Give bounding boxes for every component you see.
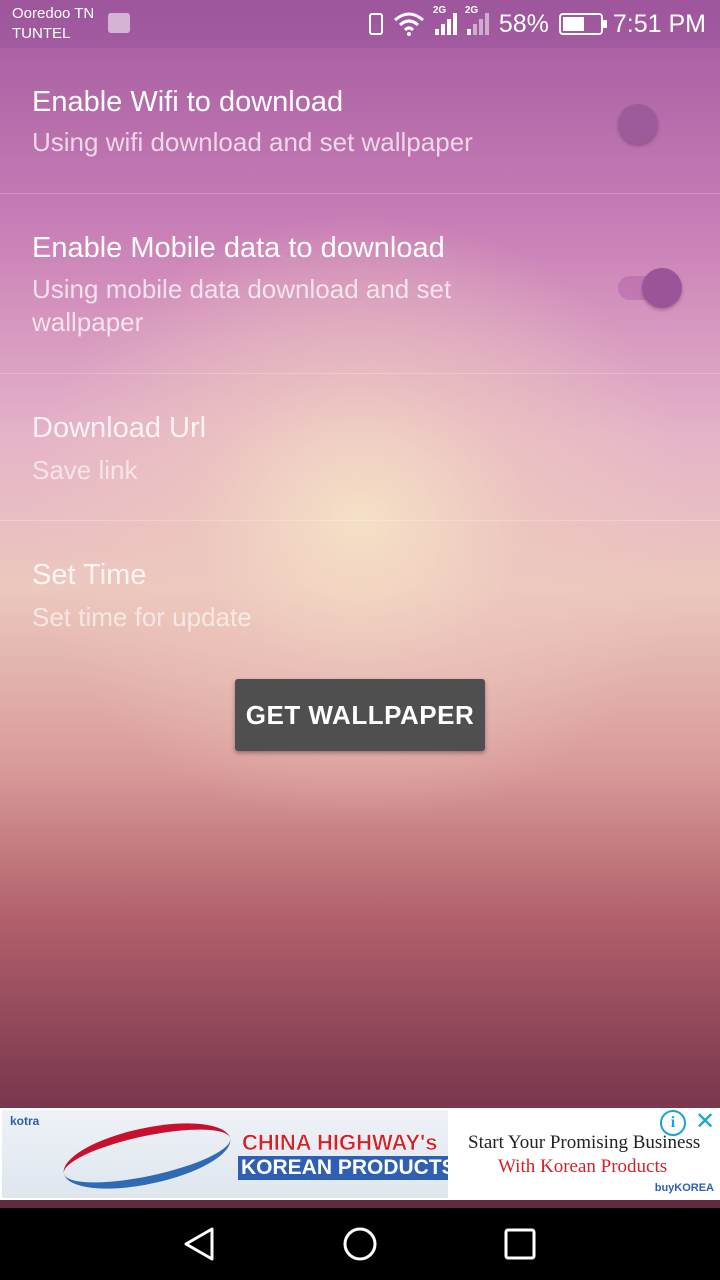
ad-banner[interactable]: kotra CHINA HIGHWAY's KOREAN PRODUCTS St… bbox=[0, 1108, 720, 1200]
ad-tagline-sub: With Korean Products bbox=[498, 1156, 668, 1177]
vibrate-icon bbox=[368, 13, 383, 35]
signal-icon: 2G bbox=[465, 5, 489, 35]
ad-right-brand: buyKOREA bbox=[654, 1182, 714, 1194]
ad-swoosh-graphic bbox=[58, 1110, 236, 1198]
pref-title: Enable Mobile data to download bbox=[32, 232, 445, 264]
status-icons: 2G 2G 58% 7:51 PM bbox=[368, 5, 706, 40]
battery-icon bbox=[558, 13, 607, 35]
battery-fill bbox=[562, 17, 584, 31]
mobile-data-toggle-switch[interactable] bbox=[614, 264, 682, 308]
ad-brand-logo: kotra bbox=[10, 1114, 40, 1128]
pref-download-url[interactable]: Download Url Save link bbox=[0, 374, 720, 521]
signal-icon: 2G bbox=[433, 5, 457, 35]
ad-subheadline: KOREAN PRODUCTS bbox=[238, 1156, 448, 1180]
wifi-icon bbox=[393, 12, 424, 36]
network-type-label: 2G bbox=[464, 5, 479, 16]
recents-icon[interactable] bbox=[502, 1226, 538, 1262]
ad-info-icon[interactable]: i bbox=[660, 1110, 686, 1136]
pref-set-time[interactable]: Set Time Set time for update bbox=[0, 521, 720, 641]
pref-summary: Set time for update bbox=[32, 602, 252, 632]
wifi-toggle-switch[interactable] bbox=[614, 100, 682, 144]
carrier-name: Ooredoo TN bbox=[12, 5, 95, 22]
pref-enable-mobile-data[interactable]: Enable Mobile data to download Using mob… bbox=[0, 194, 720, 374]
carrier-info: Ooredoo TN TUNTEL bbox=[12, 4, 94, 44]
back-icon[interactable] bbox=[182, 1226, 218, 1262]
pref-summary: Using mobile data download and set wallp… bbox=[32, 274, 452, 337]
ad-tagline: Start Your Promising Business bbox=[468, 1132, 701, 1153]
battery-percent: 58% bbox=[498, 9, 549, 38]
ad-close-icon[interactable]: ✕ bbox=[692, 1110, 718, 1136]
switch-thumb bbox=[642, 268, 682, 308]
pref-summary: Save link bbox=[32, 455, 138, 485]
ad-image-left[interactable]: kotra CHINA HIGHWAY's KOREAN PRODUCTS bbox=[2, 1110, 448, 1198]
pref-title: Enable Wifi to download bbox=[32, 86, 344, 118]
gallery-icon bbox=[108, 13, 130, 33]
ad-headline: CHINA HIGHWAY's bbox=[242, 1130, 438, 1156]
pref-title: Download Url bbox=[32, 412, 207, 444]
home-icon[interactable] bbox=[342, 1226, 378, 1262]
navigation-bar bbox=[0, 1208, 720, 1280]
pref-title: Set Time bbox=[32, 559, 147, 591]
switch-thumb bbox=[618, 104, 658, 144]
get-wallpaper-button[interactable]: GET WALLPAPER bbox=[235, 679, 485, 751]
status-bar: Ooredoo TN TUNTEL 2G 2G 58% 7:51 PM bbox=[0, 0, 720, 48]
clock: 7:51 PM bbox=[612, 9, 706, 38]
network-type-label: 2G bbox=[432, 5, 447, 16]
pref-summary: Using wifi download and set wallpaper bbox=[32, 127, 473, 157]
carrier-sub: TUNTEL bbox=[12, 25, 71, 42]
pref-enable-wifi[interactable]: Enable Wifi to download Using wifi downl… bbox=[0, 48, 720, 194]
